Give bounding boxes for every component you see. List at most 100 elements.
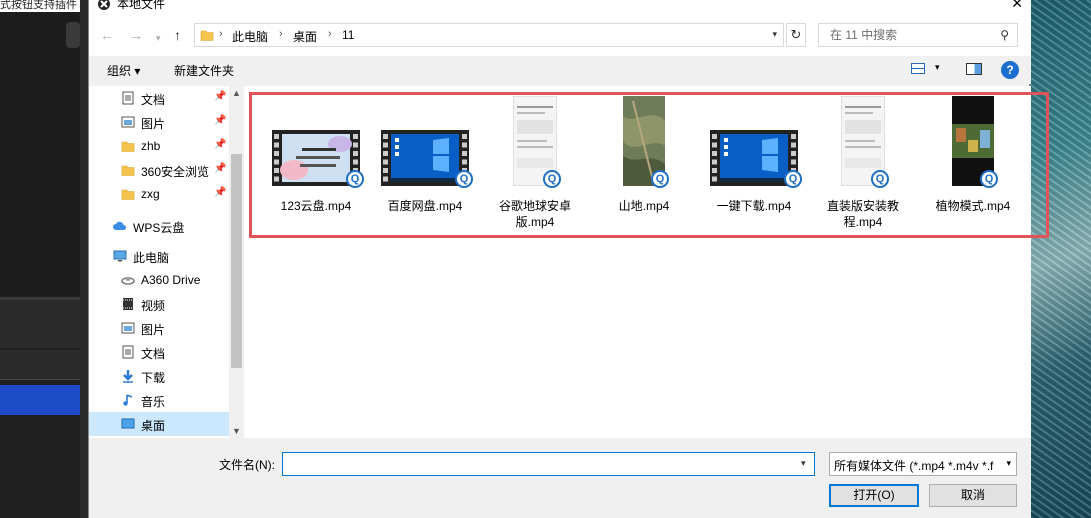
pin-icon[interactable]: 📌 <box>214 115 226 126</box>
sidebar-item[interactable]: 视频 <box>89 292 229 316</box>
background-panel <box>0 300 80 348</box>
address-bar[interactable]: › 此电脑 › 桌面 › 11 ▾ <box>194 23 784 47</box>
breadcrumb-this-pc[interactable]: 此电脑 <box>232 28 268 45</box>
breadcrumb-folder-11[interactable]: 11 <box>342 28 354 42</box>
file-name: 123云盘.mp4 <box>280 199 352 213</box>
quicktime-icon: Q <box>651 170 669 188</box>
background-app-title: 式按钮支持插件 <box>0 0 88 12</box>
organize-button[interactable]: 组织 ▾ <box>107 62 140 79</box>
sidebar-item[interactable]: 此电脑 <box>89 244 229 268</box>
download-icon <box>121 369 135 383</box>
pin-icon[interactable]: 📌 <box>214 91 226 102</box>
sidebar-item[interactable]: 图片 📌 <box>89 110 229 134</box>
chevron-down-icon: ▾ <box>1006 458 1011 469</box>
sidebar-item[interactable]: WPS云盘 <box>89 214 229 238</box>
quicktime-icon: Q <box>980 170 998 188</box>
background-column <box>80 0 88 518</box>
search-box[interactable]: ⚲ <box>818 23 1018 47</box>
sidebar-item-label: zxg <box>141 187 160 201</box>
recent-locations-chevron-icon[interactable]: ▾ <box>156 30 161 46</box>
file-name: 谷歌地球安卓版.mp4 <box>498 199 571 229</box>
new-folder-button[interactable]: 新建文件夹 <box>174 62 234 79</box>
navigation-bar: ← → ▾ ↑ › 此电脑 › 桌面 › 11 ▾ ↻ ⚲ <box>89 14 1031 56</box>
navigation-pane: 文档 📌 图片 📌 zhb 📌 360安全浏览 📌 zxg 📌 WPS云盘 此电脑 A360 Drive… <box>89 86 244 438</box>
file-name: 山地.mp4 <box>618 199 670 213</box>
forward-arrow-icon[interactable]: → <box>129 27 143 43</box>
open-button[interactable]: 打开(O) <box>829 484 919 507</box>
view-menu-button[interactable]: ▾ <box>911 62 945 77</box>
sidebar-item-label: 文档 <box>141 347 166 361</box>
sidebar-scrollbar[interactable]: ▲ ▼ <box>229 86 244 438</box>
music-icon <box>121 393 135 407</box>
sidebar-item-label: 文档 <box>141 93 166 107</box>
file-name: 一键下载.mp4 <box>716 199 792 213</box>
back-arrow-icon[interactable]: ← <box>100 27 114 43</box>
background-panel <box>0 12 88 296</box>
a360-drive-icon <box>121 273 135 287</box>
folder-icon <box>121 187 135 201</box>
chevron-right-icon[interactable]: › <box>328 28 332 40</box>
search-input[interactable] <box>820 25 990 45</box>
sidebar-item-label: zhb <box>141 139 161 153</box>
sidebar-item-label: 桌面 <box>141 419 166 433</box>
breadcrumb-desktop[interactable]: 桌面 <box>293 28 317 45</box>
file-name: 植物模式.mp4 <box>935 199 1011 213</box>
file-item[interactable]: Q 直装版安装教程.mp4 <box>813 94 913 234</box>
quicktime-icon: Q <box>784 170 802 188</box>
app-icon <box>97 0 111 11</box>
filename-field[interactable] <box>282 452 815 476</box>
desktop-wallpaper <box>1030 0 1091 518</box>
cancel-button[interactable]: 取消 <box>929 484 1017 507</box>
preview-pane-icon[interactable] <box>966 63 982 75</box>
sidebar-item[interactable]: 文档 📌 <box>89 86 229 110</box>
chevron-down-icon[interactable]: ▾ <box>772 29 777 40</box>
sidebar-item-label: 视频 <box>141 299 166 313</box>
sidebar-item[interactable]: 下载 <box>89 364 229 388</box>
sidebar-item[interactable]: 音乐 <box>89 388 229 412</box>
filetype-select[interactable]: 所有媒体文件 (*.mp4 *.m4v *.f ▾ <box>829 452 1017 476</box>
sidebar-item[interactable]: zxg 📌 <box>89 182 229 206</box>
dialog-title: 本地文件 <box>117 0 166 11</box>
toolbar: 组织 ▾ 新建文件夹 ▾ ? <box>89 56 1031 84</box>
sidebar-item-label: 此电脑 <box>133 251 170 265</box>
dialog-footer: 文件名(N): ▾ 所有媒体文件 (*.mp4 *.m4v *.f ▾ 打开(O… <box>89 438 1031 518</box>
sidebar-item[interactable]: 桌面 <box>89 412 229 436</box>
sidebar-item[interactable]: 文档 <box>89 340 229 364</box>
file-item[interactable]: Q 谷歌地球安卓版.mp4 <box>485 94 585 234</box>
help-icon[interactable]: ? <box>1001 61 1019 79</box>
file-item[interactable]: Q 山地.mp4 <box>594 94 694 234</box>
scroll-down-icon[interactable]: ▼ <box>232 426 241 436</box>
sidebar-item-label: 图片 <box>141 323 166 337</box>
search-icon[interactable]: ⚲ <box>1000 28 1009 42</box>
file-item[interactable]: Q 植物模式.mp4 <box>923 94 1023 234</box>
desktop-icon <box>121 417 135 431</box>
file-name: 直装版安装教程.mp4 <box>826 199 899 229</box>
quicktime-icon: Q <box>455 170 473 188</box>
folder-icon <box>121 139 135 153</box>
sidebar-item[interactable]: A360 Drive <box>89 268 229 292</box>
chevron-down-icon[interactable]: ▾ <box>801 458 806 469</box>
file-list: Q 123云盘.mp4 Q 百度网盘.mp4 Q 谷歌地球安卓版.mp4 Q 山地.mp4 Q 一… <box>244 86 1049 438</box>
filename-label: 文件名(N): <box>219 458 275 472</box>
view-icon <box>911 63 925 74</box>
background-scroll-pill <box>66 22 80 48</box>
chevron-right-icon[interactable]: › <box>279 28 283 40</box>
refresh-icon[interactable]: ↻ <box>786 23 806 47</box>
up-arrow-icon[interactable]: ↑ <box>174 27 181 43</box>
file-item[interactable]: Q 123云盘.mp4 <box>266 94 366 234</box>
sidebar-item[interactable]: 图片 <box>89 316 229 340</box>
file-item[interactable]: Q 百度网盘.mp4 <box>375 94 475 234</box>
quicktime-icon: Q <box>871 170 889 188</box>
chevron-right-icon[interactable]: › <box>219 28 223 40</box>
sidebar-item[interactable]: 360安全浏览 📌 <box>89 158 229 182</box>
pin-icon[interactable]: 📌 <box>214 139 226 150</box>
folder-icon <box>200 30 214 41</box>
pin-icon[interactable]: 📌 <box>214 163 226 174</box>
scrollbar-thumb[interactable] <box>231 154 242 368</box>
pin-icon[interactable]: 📌 <box>214 187 226 198</box>
scroll-up-icon[interactable]: ▲ <box>232 88 241 98</box>
file-item[interactable]: Q 一键下载.mp4 <box>704 94 804 234</box>
close-icon[interactable]: ✕ <box>1011 0 1023 10</box>
sidebar-item[interactable]: zhb 📌 <box>89 134 229 158</box>
background-selected-row <box>0 385 80 415</box>
